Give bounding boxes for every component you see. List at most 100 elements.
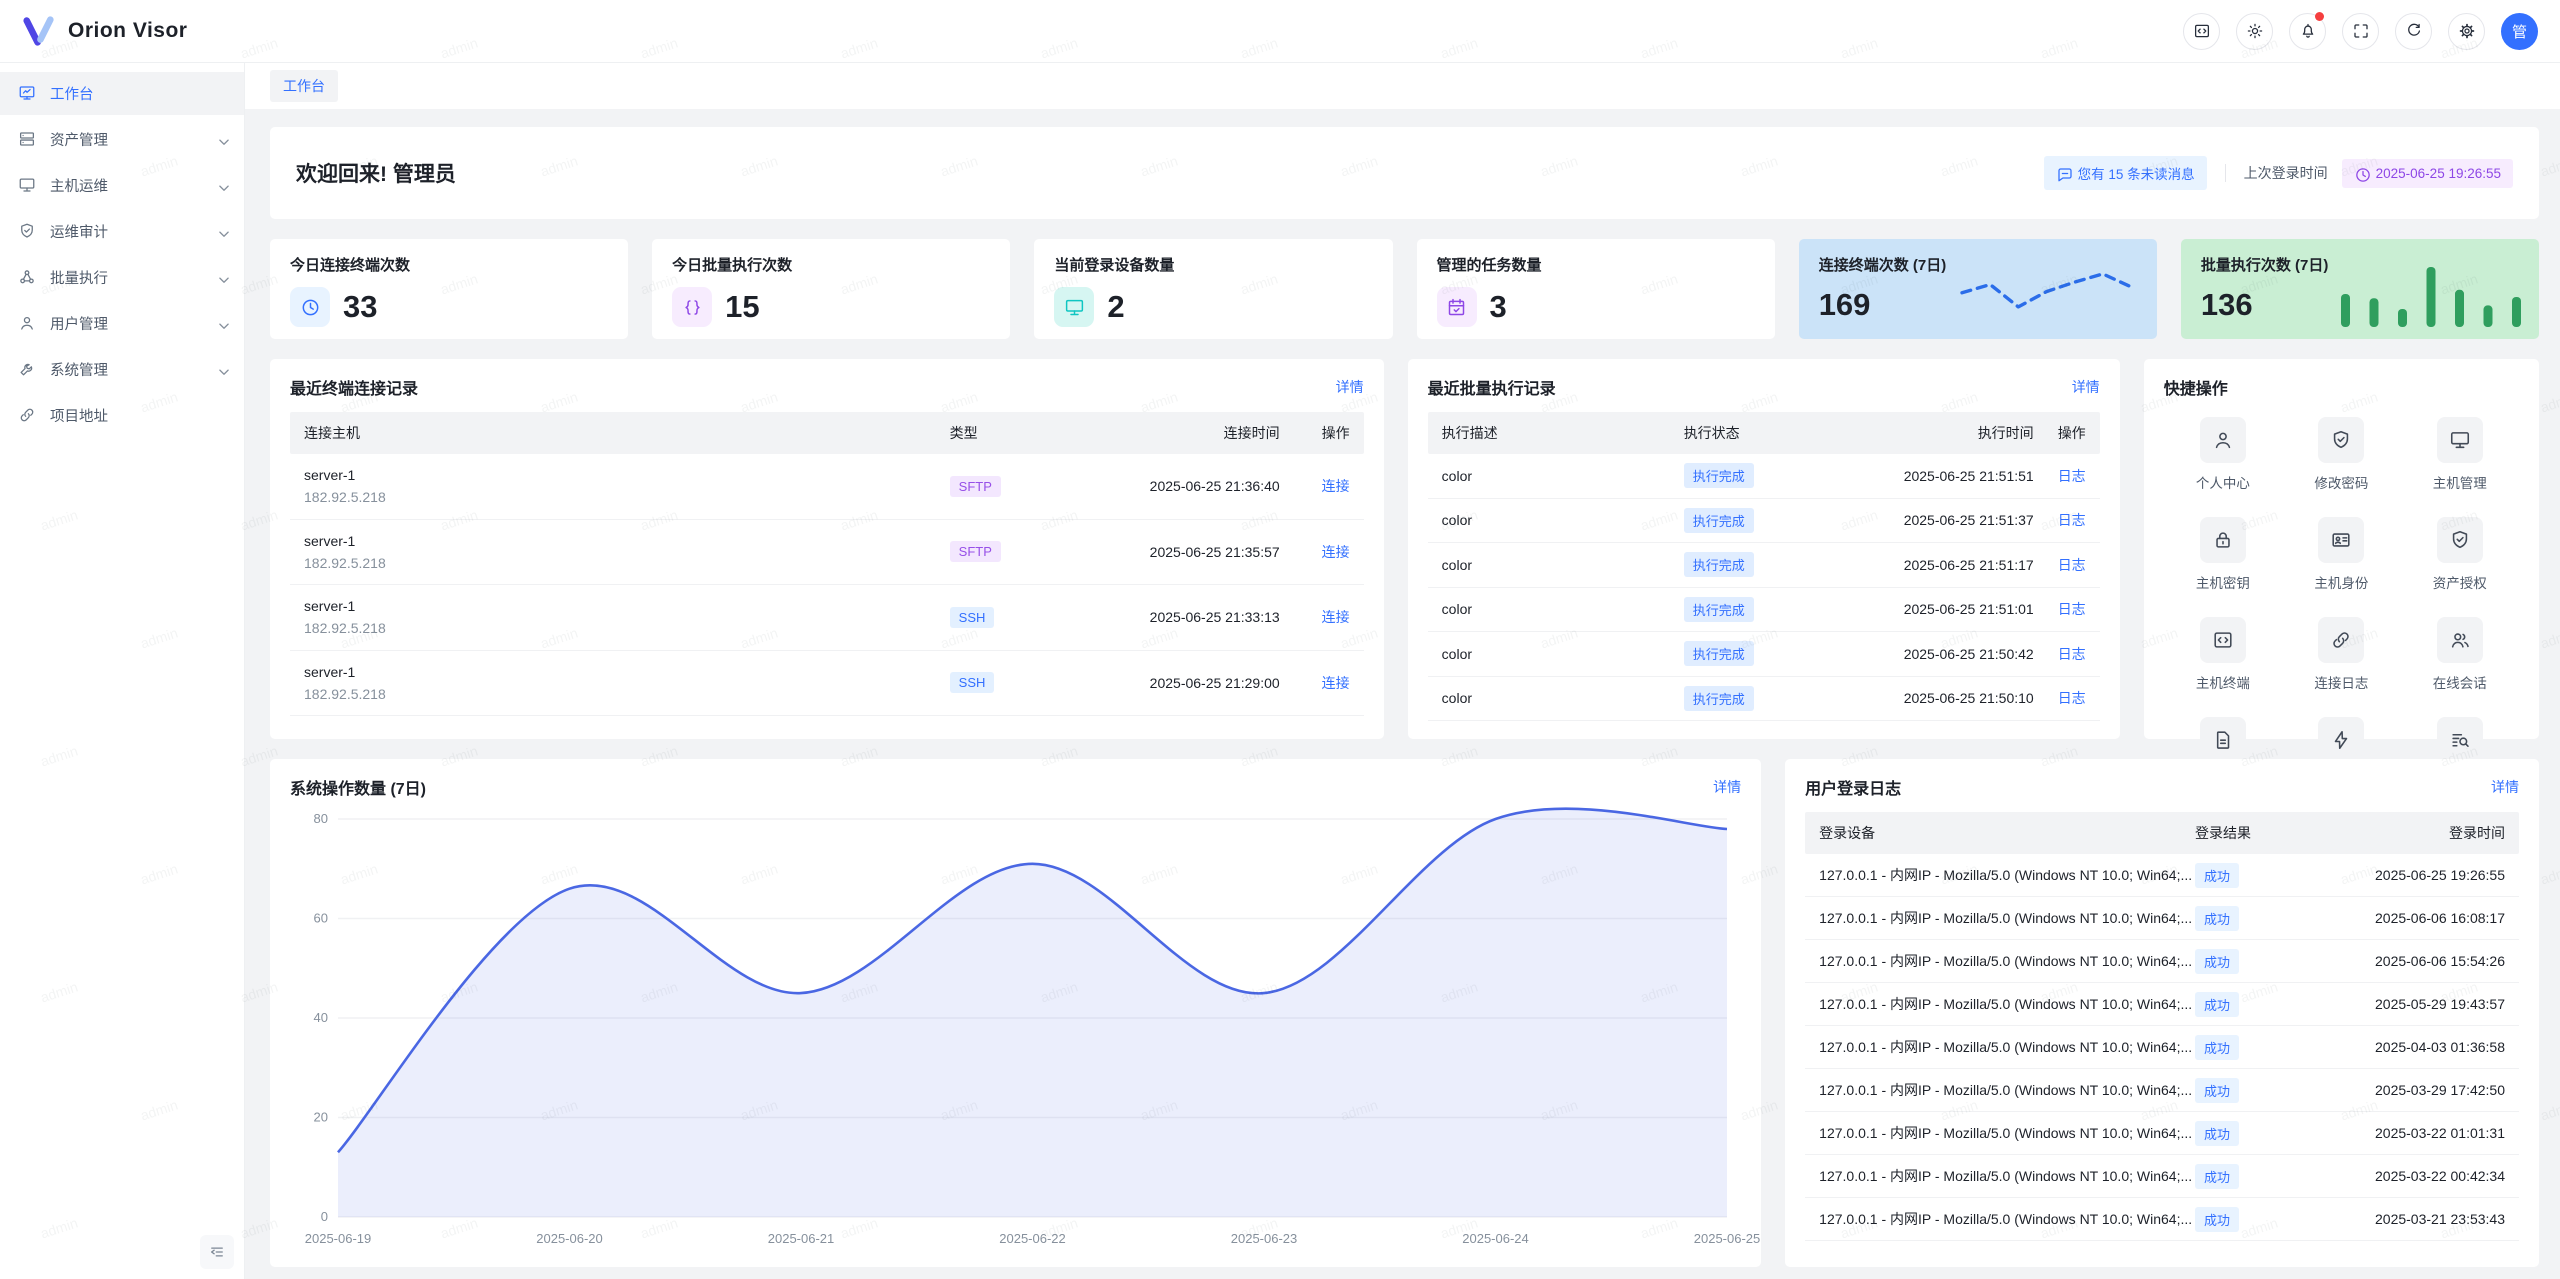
login-detail-link[interactable]: 详情 — [2491, 777, 2519, 797]
log-link[interactable]: 日志 — [2058, 512, 2086, 528]
theme-button[interactable] — [2236, 13, 2273, 50]
type-badge: SFTP — [950, 476, 1001, 497]
svg-text:2025-06-25: 2025-06-25 — [1694, 1231, 1761, 1246]
quick-action-label: 修改密码 — [2314, 472, 2368, 492]
sidebar-item-8[interactable]: 项目地址 — [0, 394, 244, 437]
connect-link[interactable]: 连接 — [1322, 478, 1350, 494]
host-ip: 182.92.5.218 — [304, 620, 950, 636]
batch-executions-card: 最近批量执行记录 详情 执行描述执行状态执行时间操作color执行完成2025-… — [1408, 359, 2120, 739]
login-device: 127.0.0.1 - 内网IP - Mozilla/5.0 (Windows … — [1819, 1209, 2195, 1229]
stat-value: 136 — [2201, 287, 2253, 323]
login-row: 127.0.0.1 - 内网IP - Mozilla/5.0 (Windows … — [1805, 854, 2519, 897]
connect-link[interactable]: 连接 — [1322, 544, 1350, 560]
middle-row: 最近终端连接记录 详情 连接主机类型连接时间操作server-1182.92.5… — [270, 359, 2539, 739]
login-device: 127.0.0.1 - 内网IP - Mozilla/5.0 (Windows … — [1819, 1080, 2195, 1100]
batch-row: color执行完成2025-06-25 21:51:17日志 — [1428, 543, 2100, 588]
sidebar-item-label: 运维审计 — [50, 221, 202, 242]
sidebar-item-1[interactable]: 工作台 — [0, 72, 244, 115]
quick-action-9[interactable]: 在线会话 — [2401, 617, 2519, 692]
sidebar-item-2[interactable]: 资产管理 — [0, 118, 244, 161]
exec-time: 2025-06-25 21:51:51 — [1824, 468, 2034, 484]
lock-icon — [2200, 517, 2246, 563]
log-link[interactable]: 日志 — [2058, 468, 2086, 484]
bell-icon — [2299, 22, 2317, 40]
sidebar-item-5[interactable]: 批量执行 — [0, 256, 244, 299]
host-ip: 182.92.5.218 — [304, 686, 950, 702]
login-row: 127.0.0.1 - 内网IP - Mozilla/5.0 (Windows … — [1805, 1155, 2519, 1198]
terminal-detail-link[interactable]: 详情 — [1336, 377, 1364, 397]
settings-button[interactable] — [2448, 13, 2485, 50]
unread-messages-chip[interactable]: 您有 15 条未读消息 — [2044, 156, 2207, 190]
column-header: 登录结果 — [2195, 823, 2305, 843]
type-badge: SSH — [950, 607, 995, 628]
quick-action-8[interactable]: 连接日志 — [2282, 617, 2400, 692]
notification-dot — [2315, 12, 2324, 21]
table-header-row: 登录设备登录结果登录时间 — [1805, 812, 2519, 854]
quick-action-4[interactable]: 主机密钥 — [2164, 517, 2282, 592]
people-icon — [2437, 617, 2483, 663]
stat-card-5: 连接终端次数 (7日)169 — [1799, 239, 2157, 339]
log-link[interactable]: 日志 — [2058, 646, 2086, 662]
quick-action-1[interactable]: 个人中心 — [2164, 417, 2282, 492]
stat-value-row: 2 — [1054, 287, 1372, 327]
stat-value-row: 3 — [1437, 287, 1755, 327]
host-name: server-1 — [304, 664, 950, 680]
quick-action-5[interactable]: 主机身份 — [2282, 517, 2400, 592]
collapse-sidebar-button[interactable] — [200, 1235, 234, 1269]
user-avatar[interactable]: 管 — [2501, 13, 2538, 50]
login-result-badge: 成功 — [2195, 1164, 2239, 1189]
batch-row: color执行完成2025-06-25 21:50:42日志 — [1428, 632, 2100, 677]
quick-action-label: 主机管理 — [2433, 472, 2487, 492]
chevron-down-icon — [215, 133, 228, 146]
quick-action-label: 主机密钥 — [2196, 572, 2250, 592]
last-login-time: 2025-06-25 19:26:55 — [2376, 166, 2501, 181]
login-device: 127.0.0.1 - 内网IP - Mozilla/5.0 (Windows … — [1819, 1037, 2195, 1057]
sidebar-item-4[interactable]: 运维审计 — [0, 210, 244, 253]
svg-text:40: 40 — [314, 1010, 328, 1025]
exec-desc: color — [1442, 690, 1684, 706]
quick-actions-card: 快捷操作 个人中心修改密码主机管理主机密钥主机身份资产授权主机终端连接日志在线会… — [2144, 359, 2539, 739]
monitor-icon — [2437, 417, 2483, 463]
quick-action-3[interactable]: 主机管理 — [2401, 417, 2519, 492]
login-row: 127.0.0.1 - 内网IP - Mozilla/5.0 (Windows … — [1805, 1026, 2519, 1069]
exec-status-badge: 执行完成 — [1684, 552, 1754, 577]
login-time: 2025-03-29 17:42:50 — [2305, 1082, 2505, 1098]
log-link[interactable]: 日志 — [2058, 557, 2086, 573]
system-operations-chart: 0204060802025-06-192025-06-202025-06-212… — [290, 805, 1741, 1251]
quick-action-6[interactable]: 资产授权 — [2401, 517, 2519, 592]
sidebar-item-3[interactable]: 主机运维 — [0, 164, 244, 207]
connect-link[interactable]: 连接 — [1322, 609, 1350, 625]
login-row: 127.0.0.1 - 内网IP - Mozilla/5.0 (Windows … — [1805, 1069, 2519, 1112]
quick-action-label: 个人中心 — [2196, 472, 2250, 492]
notifications-button[interactable] — [2289, 13, 2326, 50]
quick-action-7[interactable]: 主机终端 — [2164, 617, 2282, 692]
sidebar-item-6[interactable]: 用户管理 — [0, 302, 244, 345]
chart-card-title: 系统操作数量 (7日) — [290, 775, 426, 799]
refresh-button[interactable] — [2395, 13, 2432, 50]
sidebar-item-7[interactable]: 系统管理 — [0, 348, 244, 391]
breadcrumb-item-workbench[interactable]: 工作台 — [270, 70, 338, 102]
divider — [2225, 164, 2226, 182]
connect-link[interactable]: 连接 — [1322, 675, 1350, 691]
svg-text:2025-06-21: 2025-06-21 — [768, 1231, 835, 1246]
chart-detail-link[interactable]: 详情 — [1713, 777, 1741, 797]
connect-time: 2025-06-25 21:29:00 — [1050, 675, 1280, 691]
fullscreen-button[interactable] — [2342, 13, 2379, 50]
log-link[interactable]: 日志 — [2058, 690, 2086, 706]
dashboard-icon — [18, 84, 37, 103]
last-login-label: 上次登录时间 — [2244, 163, 2328, 183]
stat-value-row: 15 — [672, 287, 990, 327]
login-row: 127.0.0.1 - 内网IP - Mozilla/5.0 (Windows … — [1805, 1112, 2519, 1155]
quick-action-2[interactable]: 修改密码 — [2282, 417, 2400, 492]
exec-desc: color — [1442, 512, 1684, 528]
code-button[interactable] — [2183, 13, 2220, 50]
login-row: 127.0.0.1 - 内网IP - Mozilla/5.0 (Windows … — [1805, 983, 2519, 1026]
connect-time: 2025-06-25 21:36:40 — [1050, 478, 1280, 494]
login-time: 2025-06-06 16:08:17 — [2305, 910, 2505, 926]
type-badge: SFTP — [950, 541, 1001, 562]
sidebar-menu: 工作台资产管理主机运维运维审计批量执行用户管理系统管理项目地址 — [0, 72, 244, 437]
log-link[interactable]: 日志 — [2058, 601, 2086, 617]
batch-detail-link[interactable]: 详情 — [2072, 377, 2100, 397]
shieldcheck-icon — [2437, 517, 2483, 563]
svg-text:2025-06-23: 2025-06-23 — [1231, 1231, 1298, 1246]
